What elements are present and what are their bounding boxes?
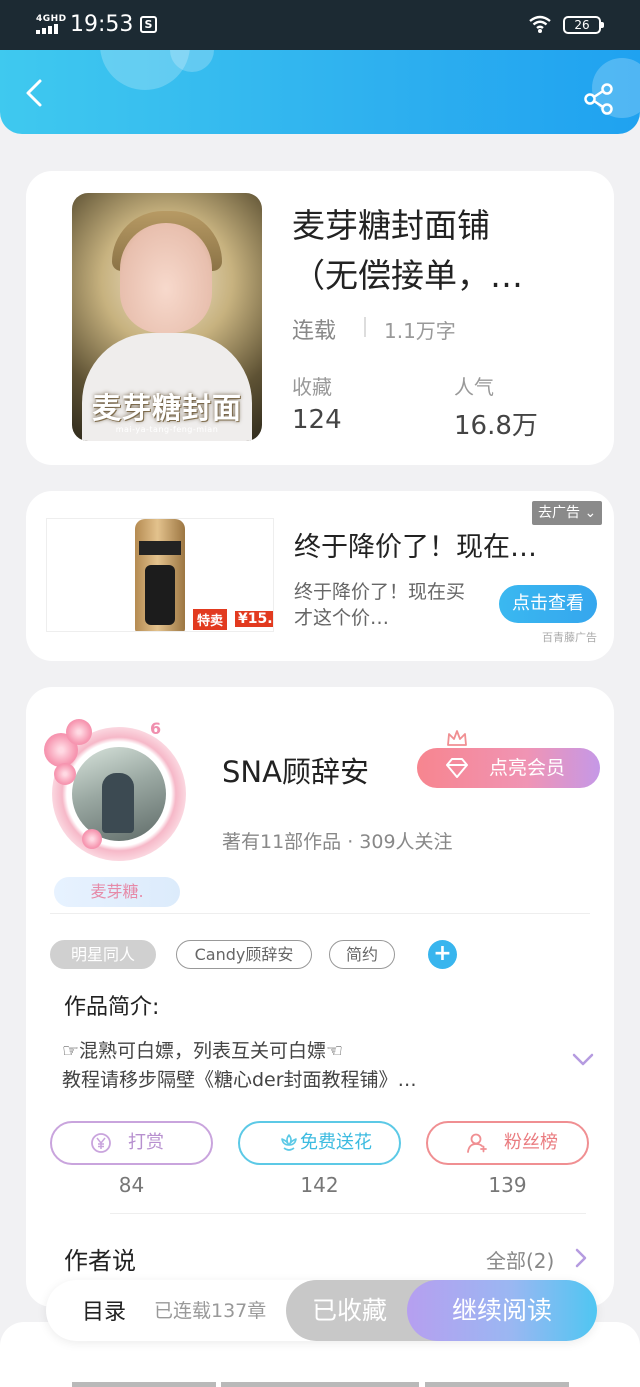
clock: 19:53 [70, 12, 134, 37]
chevron-down-icon[interactable] [572, 1053, 594, 1067]
popularity-label: 人气 [454, 375, 494, 399]
chevron-right-icon[interactable] [574, 1248, 588, 1268]
reward-button[interactable]: 打赏 [50, 1121, 213, 1165]
wifi-icon [529, 15, 551, 33]
ad-title[interactable]: 终于降价了！现在… [294, 525, 584, 564]
fan-rank-button[interactable]: 粉丝榜 [426, 1121, 589, 1165]
battery-icon: 26 [563, 16, 604, 34]
back-arrow-icon[interactable] [20, 78, 50, 108]
cover-subtitle-text: mai-ya-tang-feng-mian [115, 425, 219, 434]
divider [364, 317, 366, 337]
divider [50, 913, 590, 914]
cover-title-text: 麦芽糖封面 [91, 391, 242, 425]
word-count: 1.1万字 [384, 319, 456, 343]
ad-promo-label: 特卖 [193, 609, 228, 630]
table-of-contents-button[interactable]: 目录 [82, 1294, 126, 1326]
top-header [0, 50, 640, 134]
yen-coin-icon [91, 1133, 111, 1153]
book-cover[interactable]: 麦芽糖封面 mai-ya-tang-feng-mian [72, 193, 262, 441]
divider [110, 1213, 586, 1214]
network-type: 4GHD [36, 14, 67, 24]
intro-text: ☞混熟可白嫖，列表互关可白嫖☜ 教程请移步隔壁《糖心der封面教程铺》… [62, 1040, 417, 1091]
ad-price-label: ¥15.8 [235, 611, 273, 627]
ad-card[interactable]: 特卖 ¥15.8 终于降价了！现在… 终于降价了！现在买才这个价… 点击查看 去… [26, 491, 614, 661]
continue-reading-button[interactable]: 继续阅读 [407, 1280, 597, 1341]
serial-status: 连载 [292, 319, 337, 344]
view-all-link[interactable]: 全部(2) [486, 1245, 554, 1274]
signal-icon [36, 24, 60, 34]
diamond-icon [446, 758, 468, 778]
level-badge: 6 [150, 719, 162, 738]
book-info-card: 麦芽糖封面 mai-ya-tang-feng-mian 麦芽糖封面铺 （无偿接单… [26, 171, 614, 465]
serial-chapter-count: 已连载137章 [154, 1300, 267, 1322]
tag-item[interactable]: Candy顾辞安 [176, 940, 312, 969]
user-icon [467, 1133, 487, 1153]
share-icon[interactable] [582, 82, 616, 116]
vip-button[interactable]: 点亮会员 [417, 748, 600, 788]
author-works-info: 著有11部作品 · 309人关注 [222, 831, 453, 853]
status-bar: 4GHD 19:53 S 26 [0, 0, 640, 50]
collect-label: 收藏 [292, 375, 332, 399]
tag-item[interactable]: 明星同人 [50, 940, 156, 969]
tag-item[interactable]: 简约 [329, 940, 395, 969]
bottom-action-bar: 目录 已连载137章 已收藏 继续阅读 [46, 1280, 597, 1341]
nickname-tag: 麦芽糖. [54, 877, 180, 907]
author-says-heading: 作者说 [64, 1247, 136, 1275]
fan-count: 139 [488, 1173, 527, 1197]
ad-description: 终于降价了！现在买才这个价… [294, 581, 466, 629]
send-flower-button[interactable]: 免费送花 [238, 1121, 401, 1165]
crown-icon [447, 730, 467, 746]
app-notification-icon: S [140, 16, 157, 33]
add-tag-button[interactable]: + [428, 940, 457, 969]
author-card: 6 麦芽糖. SNA顾辞安 点亮会员 著有11部作品 · 309人关注 明星同人… [26, 687, 614, 1307]
flower-icon [281, 1134, 297, 1151]
flower-count: 142 [300, 1173, 339, 1197]
ad-image[interactable]: 特卖 ¥15.8 [46, 518, 274, 632]
remove-ad-button[interactable]: 去广告 ⌄ [532, 501, 603, 525]
collect-count: 124 [292, 405, 342, 435]
reward-count: 84 [118, 1173, 145, 1197]
author-name[interactable]: SNA顾辞安 [222, 749, 369, 791]
ad-source: 百青藤广告 [542, 631, 597, 644]
book-title: 麦芽糖封面铺 （无偿接单，… [292, 206, 523, 295]
author-avatar[interactable]: 6 [44, 719, 194, 869]
popularity-count: 16.8万 [454, 411, 538, 441]
ad-view-button[interactable]: 点击查看 [499, 585, 597, 623]
intro-heading: 作品简介: [64, 995, 160, 1020]
